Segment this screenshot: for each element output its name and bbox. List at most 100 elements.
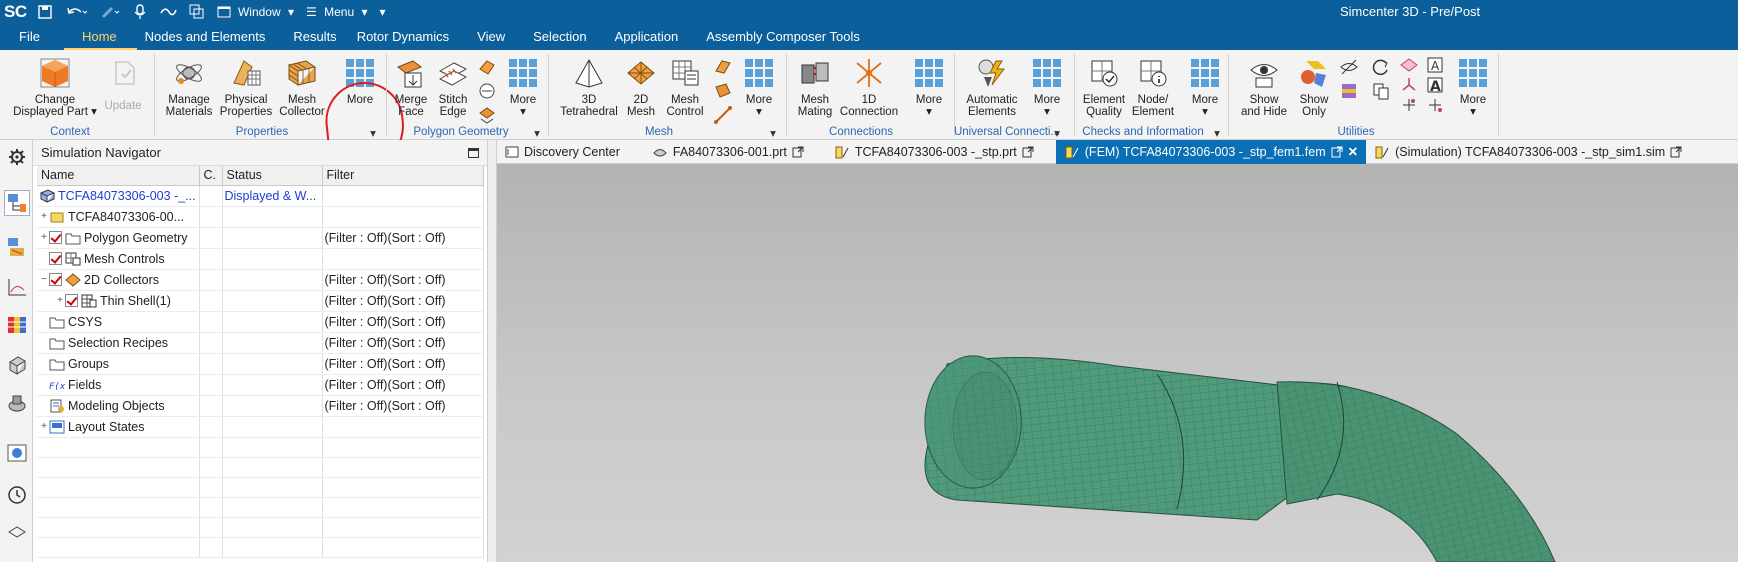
window-switch-icon[interactable] <box>185 4 209 20</box>
simulation-navigator-icon[interactable] <box>4 190 30 216</box>
web-browser-icon[interactable] <box>4 440 30 466</box>
element-quality-button[interactable]: Element Quality <box>1080 50 1128 118</box>
tab-application[interactable]: Application <box>607 24 699 50</box>
table-row[interactable]: + TCFA84073306-00... <box>37 206 484 228</box>
graphics-viewport[interactable] <box>497 164 1738 563</box>
part-navigator-icon[interactable] <box>4 352 30 378</box>
column-header-status[interactable]: Status <box>222 166 323 186</box>
change-displayed-part-button[interactable]: Change Displayed Part ▾ <box>10 50 100 118</box>
visibility-checkbox[interactable] <box>65 294 78 307</box>
simulation-file-view-icon[interactable] <box>4 234 30 260</box>
polygon-group-dropdown[interactable]: ▾ <box>532 126 542 140</box>
tab-discovery-center[interactable]: Discovery Center <box>497 140 628 164</box>
tab-tcfa84073306-003-stp-prt[interactable]: TCFA84073306-003 -_stp.prt <box>826 140 1042 164</box>
polygon-repair-icon[interactable] <box>476 104 498 126</box>
mesh-extrude-icon[interactable] <box>712 80 734 102</box>
visibility-checkbox[interactable] <box>49 273 62 286</box>
external-window-icon[interactable] <box>792 146 804 158</box>
customize-qa-icon[interactable]: ▾ <box>376 5 390 19</box>
mesh-control-button[interactable]: Mesh Control <box>662 50 708 118</box>
update-button[interactable]: Update <box>98 50 148 112</box>
roles-icon[interactable] <box>4 520 30 546</box>
microphone-icon[interactable] <box>129 4 151 20</box>
external-window-icon[interactable] <box>1331 146 1343 158</box>
expand-icon[interactable]: + <box>55 295 65 306</box>
column-header-filter[interactable]: Filter <box>322 166 484 186</box>
tab-results[interactable]: Results <box>285 24 356 50</box>
save-icon[interactable] <box>33 4 57 20</box>
automatic-elements-button[interactable]: Automatic Elements <box>958 50 1026 118</box>
assembly-navigator-icon[interactable] <box>4 390 30 416</box>
touch-mode-icon[interactable] <box>155 4 181 20</box>
show-only-button[interactable]: Show Only <box>1292 50 1336 118</box>
table-row[interactable]: Mesh Controls <box>37 248 484 270</box>
tab-nodes-and-elements[interactable]: Nodes and Elements <box>137 24 286 50</box>
table-row[interactable]: Groups (Filter : Off)(Sort : Off) <box>37 353 484 375</box>
column-header-c[interactable]: C. <box>199 166 223 186</box>
visibility-checkbox[interactable] <box>49 231 62 244</box>
mesh-more-button[interactable]: More ▾ <box>738 50 780 118</box>
add-point-icon[interactable] <box>1424 94 1446 116</box>
universal-more-button[interactable]: More ▾ <box>1026 50 1068 118</box>
table-row[interactable]: CSYS (Filter : Off)(Sort : Off) <box>37 311 484 333</box>
collapse-icon[interactable]: − <box>39 274 49 285</box>
refresh-icon[interactable] <box>1370 56 1392 78</box>
physical-properties-button[interactable]: Physical Properties <box>218 50 274 118</box>
mesh-collector-button[interactable]: Mesh Collector <box>274 50 330 118</box>
node-element-button[interactable]: Node/ Element <box>1128 50 1178 118</box>
pipe-mesh-model[interactable] <box>497 164 1738 563</box>
history-clock-icon[interactable] <box>4 482 30 508</box>
properties-group-dropdown[interactable]: ▾ <box>368 126 378 140</box>
plane-icon[interactable] <box>1398 54 1420 76</box>
undo-icon[interactable] <box>61 4 91 20</box>
utilities-more-button[interactable]: More ▾ <box>1452 50 1494 118</box>
tab-view[interactable]: View <box>469 24 525 50</box>
tab-home[interactable]: Home <box>63 24 137 50</box>
universal-group-dropdown[interactable]: ▾ <box>1052 126 1062 140</box>
close-icon[interactable]: ✕ <box>1348 140 1358 164</box>
point-icon[interactable] <box>1398 94 1420 116</box>
table-row[interactable]: Selection Recipes (Filter : Off)(Sort : … <box>37 332 484 354</box>
polygon-split-icon[interactable] <box>476 80 498 102</box>
window-menu[interactable]: Window ▾ <box>213 5 298 19</box>
mesh-group-dropdown[interactable]: ▾ <box>768 126 778 140</box>
table-row[interactable]: + Thin Shell(1) (Filter : Off)(Sort : Off… <box>37 290 484 312</box>
main-menu[interactable]: ☰ Menu ▾ <box>302 5 371 19</box>
polygon-tool-icon[interactable] <box>476 56 498 78</box>
merge-face-button[interactable]: Merge Face <box>390 50 432 118</box>
properties-more-button[interactable]: More <box>336 50 384 106</box>
text-icon[interactable]: A <box>1424 74 1446 96</box>
mesh-mating-button[interactable]: Mesh Mating <box>792 50 838 118</box>
post-processing-navigator-icon[interactable] <box>4 274 30 300</box>
table-row[interactable]: Modeling Objects (Filter : Off)(Sort : O… <box>37 395 484 417</box>
2d-mesh-button[interactable]: 2D Mesh <box>620 50 662 118</box>
connections-more-button[interactable]: More ▾ <box>908 50 950 118</box>
expand-icon[interactable]: + <box>39 211 49 222</box>
manage-materials-button[interactable]: Manage Materials <box>162 50 216 118</box>
tab-rotor-dynamics[interactable]: Rotor Dynamics <box>357 24 469 50</box>
checks-group-dropdown[interactable]: ▾ <box>1212 126 1222 140</box>
tab-selection[interactable]: Selection <box>525 24 606 50</box>
polygon-more-button[interactable]: More ▾ <box>502 50 544 118</box>
1d-connection-button[interactable]: 1D Connection <box>838 50 900 118</box>
panel-splitter[interactable] <box>488 140 497 562</box>
expand-icon[interactable]: + <box>39 421 49 432</box>
checks-more-button[interactable]: More ▾ <box>1184 50 1226 118</box>
table-row[interactable]: − 2D Collectors (Filter : Off)(Sort : Off… <box>37 269 484 291</box>
layer-settings-icon[interactable] <box>1338 80 1360 102</box>
stitch-edge-button[interactable]: Stitch Edge <box>432 50 474 118</box>
redo-icon[interactable] <box>95 4 125 20</box>
tab-simulation-file[interactable]: (Simulation) TCFA84073306-003 -_stp_sim1… <box>1366 140 1690 164</box>
show-and-hide-button[interactable]: Show and Hide <box>1236 50 1292 118</box>
table-row[interactable]: + Layout States <box>37 416 484 438</box>
mesh-1d-icon[interactable] <box>712 104 734 126</box>
tab-fem-file[interactable]: (FEM) TCFA84073306-003 -_stp_fem1.fem ✕ <box>1055 139 1367 164</box>
external-window-icon[interactable] <box>1022 146 1034 158</box>
table-row[interactable]: TCFA84073306-003 -_... Displayed & W... <box>37 185 484 207</box>
color-bar-icon[interactable] <box>4 312 30 338</box>
gear-icon[interactable] <box>4 144 30 170</box>
tab-file[interactable]: File <box>0 24 64 50</box>
tab-fa84073306-001-prt[interactable]: FA84073306-001.prt <box>644 140 812 164</box>
table-row[interactable]: + Polygon Geometry (Filter : Off)(Sort : … <box>37 227 484 249</box>
hide-icon[interactable] <box>1338 56 1360 78</box>
